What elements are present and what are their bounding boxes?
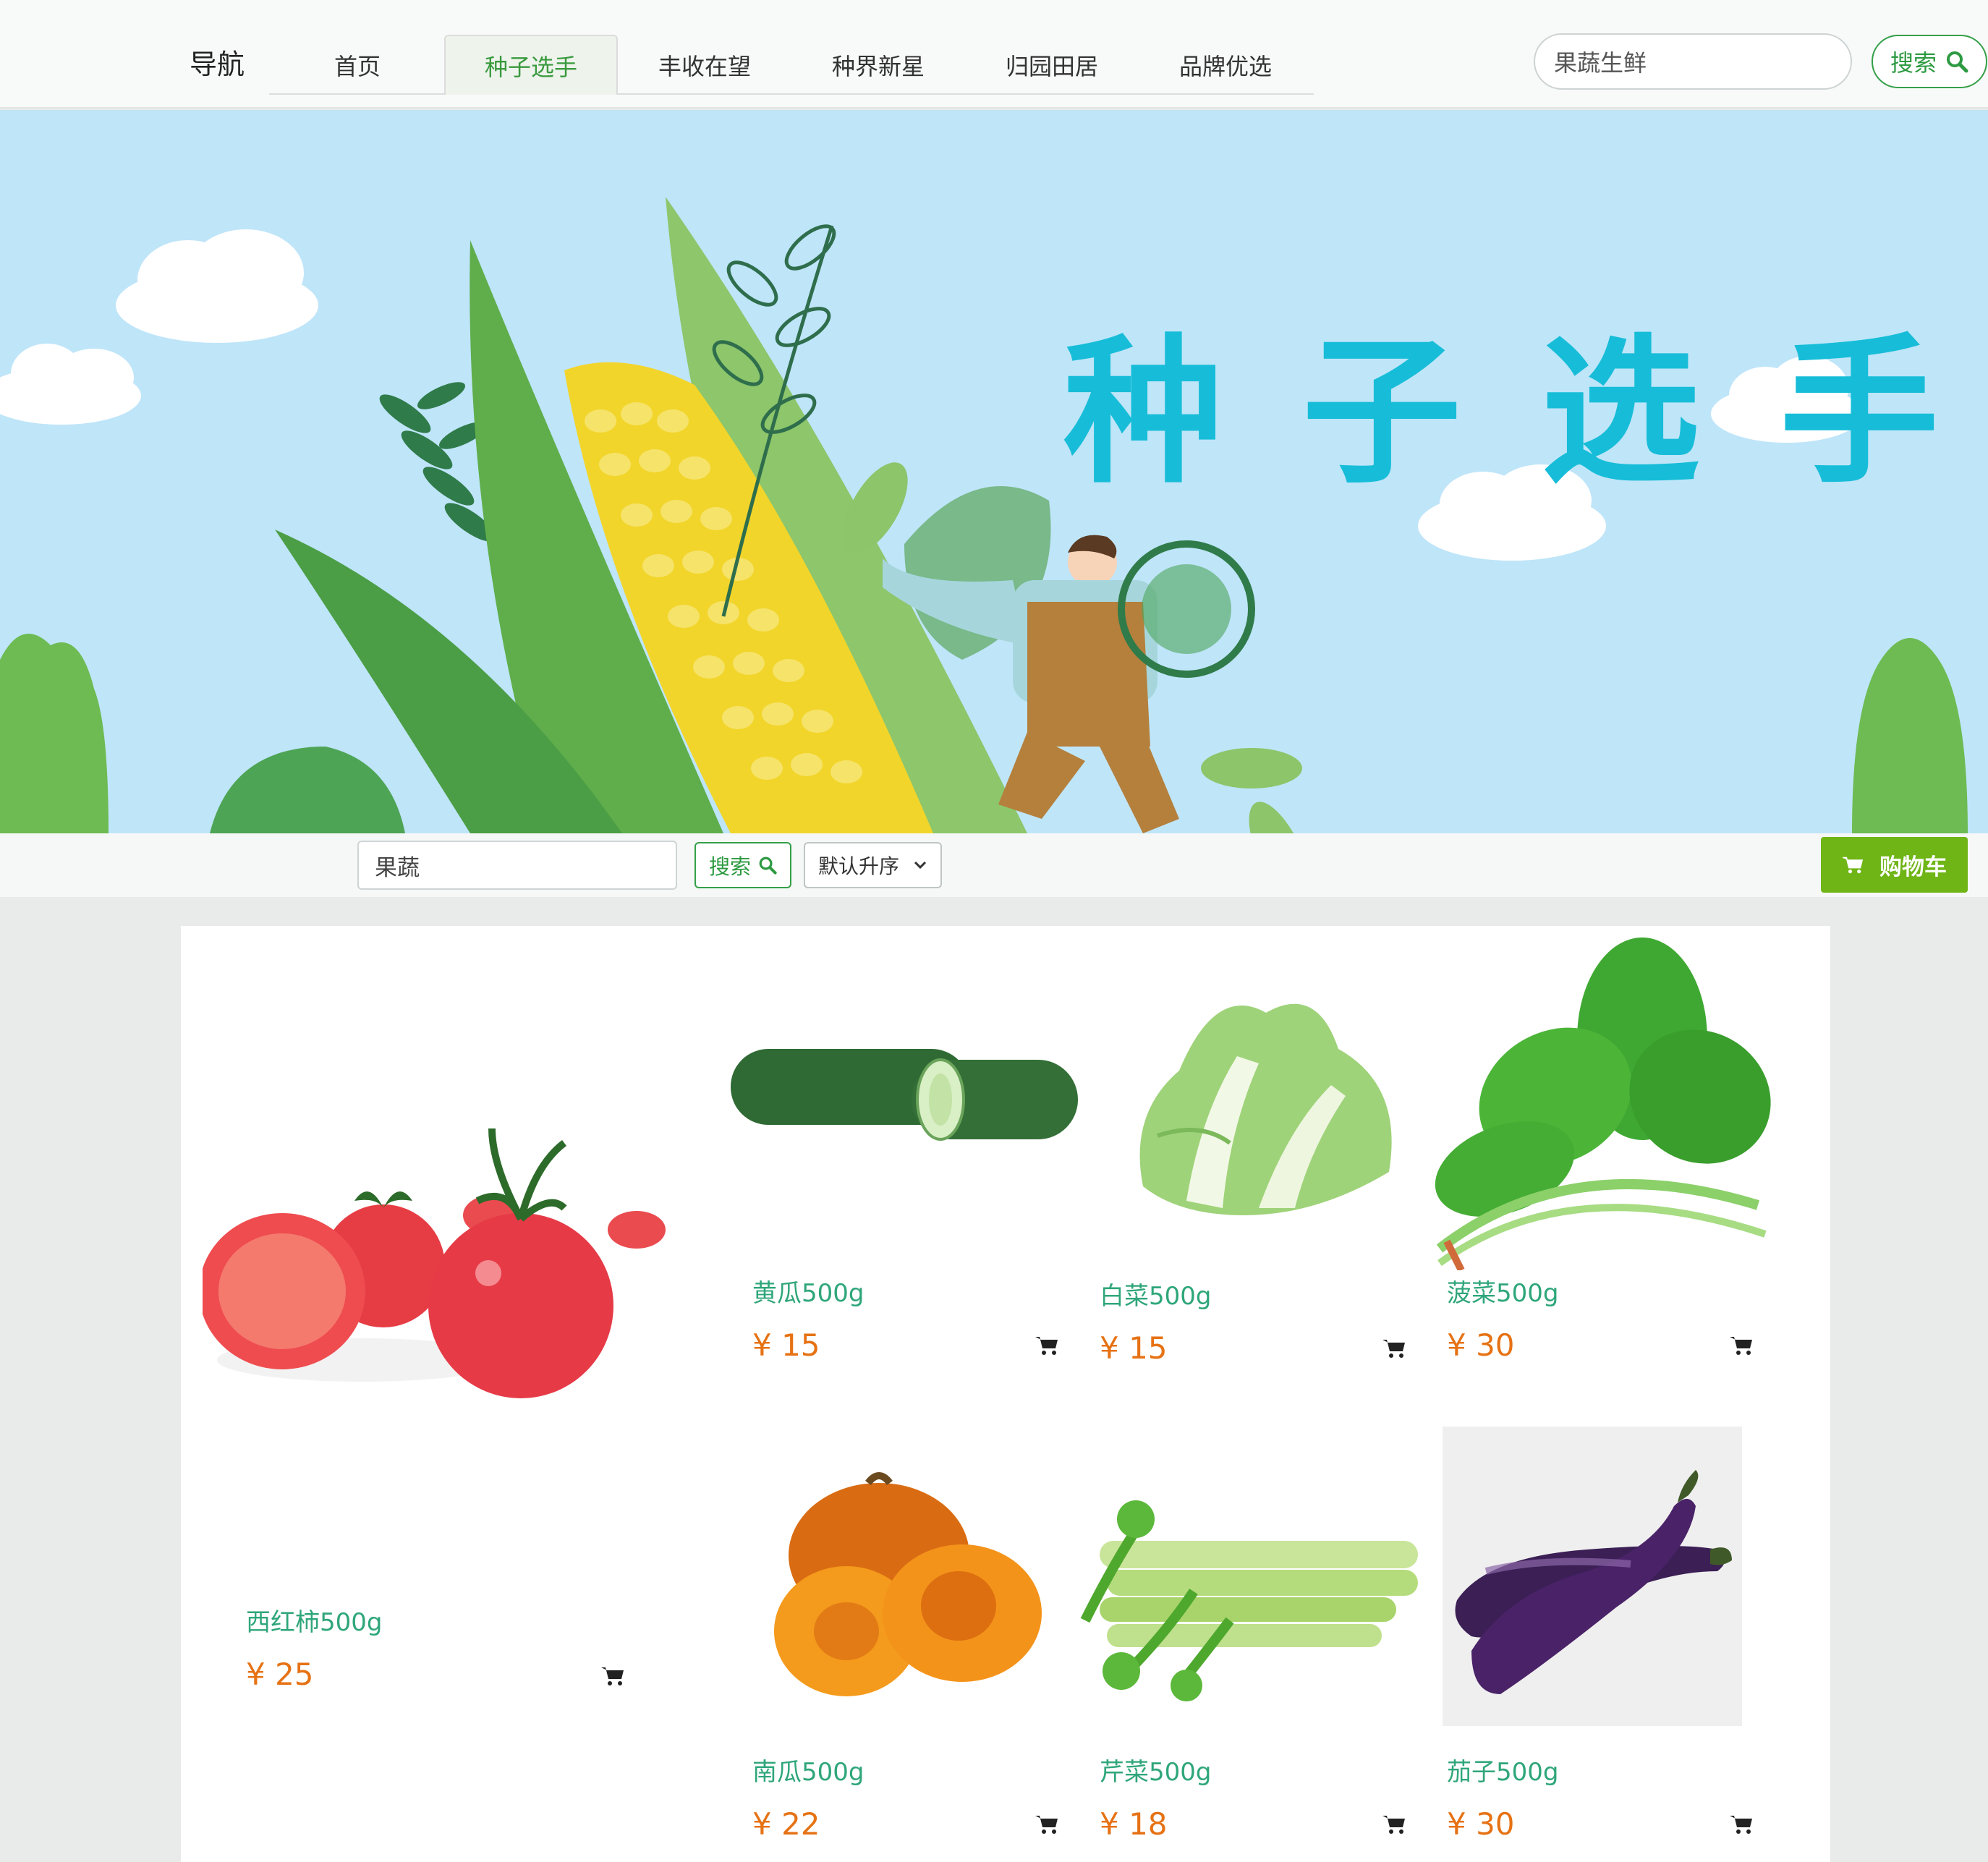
product-image-eggplant[interactable] — [1443, 1427, 1742, 1726]
product-name[interactable]: 南瓜500g — [752, 1752, 864, 1787]
add-to-cart-icon[interactable] — [1035, 1335, 1059, 1356]
product-image-pumpkin[interactable] — [752, 1468, 1056, 1714]
product-image-tomato[interactable] — [203, 1056, 694, 1418]
search-icon — [1947, 51, 1968, 73]
top-search-input[interactable]: 果蔬生鲜 — [1534, 33, 1852, 90]
product-price: ¥ 18 — [1100, 1806, 1168, 1842]
product-panel: 西红柿500g ¥ 25 黄瓜500g ¥ 15 白菜500g ¥ 15 菠菜5… — [181, 926, 1830, 1862]
celery-image — [1080, 1500, 1418, 1701]
top-search-button[interactable]: 搜索 — [1872, 35, 1987, 88]
cart-button-label: 购物车 — [1879, 854, 1947, 880]
product-search-button-label: 搜索 — [708, 854, 751, 879]
search-icon — [759, 856, 777, 875]
add-to-cart-icon[interactable] — [1382, 1814, 1406, 1835]
nav-brand: 导航 — [190, 48, 245, 80]
product-price: ¥ 30 — [1447, 1806, 1515, 1842]
sort-select[interactable]: 默认升序 — [804, 842, 942, 888]
nav-item-harvest[interactable]: 丰收在望 — [618, 35, 791, 95]
spinach-image — [1435, 938, 1771, 1270]
nav-item-countryside[interactable]: 归园田居 — [965, 35, 1139, 95]
product-search-input[interactable]: 果蔬 — [357, 841, 677, 890]
cabbage-image — [1139, 1003, 1392, 1215]
nav-item-new-stars[interactable]: 种界新星 — [791, 35, 965, 95]
nav-item-brands[interactable]: 品牌优选 — [1139, 35, 1312, 95]
product-name[interactable]: 芹菜500g — [1100, 1752, 1211, 1787]
cucumber-image — [731, 1049, 1078, 1141]
product-image-cucumber[interactable] — [723, 1020, 1085, 1208]
chevron-down-icon — [914, 861, 927, 870]
eggplant-image — [1455, 1470, 1732, 1694]
product-name[interactable]: 白菜500g — [1100, 1276, 1211, 1312]
product-price: ¥ 15 — [1100, 1330, 1168, 1366]
add-to-cart-icon[interactable] — [1035, 1814, 1059, 1835]
sort-select-value: 默认升序 — [818, 854, 900, 878]
product-image-celery[interactable] — [1078, 1476, 1425, 1707]
add-to-cart-icon[interactable] — [1382, 1338, 1406, 1359]
product-price: ¥ 30 — [1447, 1327, 1515, 1363]
product-search-button[interactable]: 搜索 — [694, 842, 791, 888]
product-name[interactable]: 黄瓜500g — [752, 1273, 864, 1309]
add-to-cart-icon[interactable] — [1729, 1335, 1754, 1356]
product-name[interactable]: 菠菜500g — [1447, 1273, 1558, 1309]
product-image-spinach[interactable] — [1425, 930, 1772, 1270]
cart-icon — [1843, 856, 1864, 873]
product-image-cabbage[interactable] — [1100, 969, 1432, 1230]
filter-bar: 果蔬 搜索 默认升序 购物车 — [0, 833, 1988, 897]
cart-button[interactable]: 购物车 — [1821, 837, 1968, 893]
tomato-image — [203, 1128, 666, 1398]
pumpkin-image — [774, 1472, 1042, 1696]
product-name[interactable]: 西红柿500g — [246, 1602, 382, 1638]
nav-item-home[interactable]: 首页 — [271, 35, 444, 95]
top-nav-bar: 导航 首页 种子选手 丰收在望 种界新星 归园田居 品牌优选 果蔬生鲜 搜索 — [0, 0, 1988, 109]
add-to-cart-icon[interactable] — [600, 1665, 625, 1687]
hero-banner: 种子选手 — [0, 110, 1988, 833]
banner-title: 种子选手 — [1063, 320, 1988, 505]
product-price: ¥ 15 — [752, 1327, 820, 1363]
product-name[interactable]: 茄子500g — [1447, 1752, 1558, 1787]
top-search-button-label: 搜索 — [1890, 49, 1937, 77]
product-price: ¥ 25 — [246, 1657, 314, 1692]
product-price: ¥ 22 — [752, 1806, 820, 1842]
add-to-cart-icon[interactable] — [1729, 1814, 1754, 1835]
nav-item-seed-players[interactable]: 种子选手 — [444, 35, 618, 95]
